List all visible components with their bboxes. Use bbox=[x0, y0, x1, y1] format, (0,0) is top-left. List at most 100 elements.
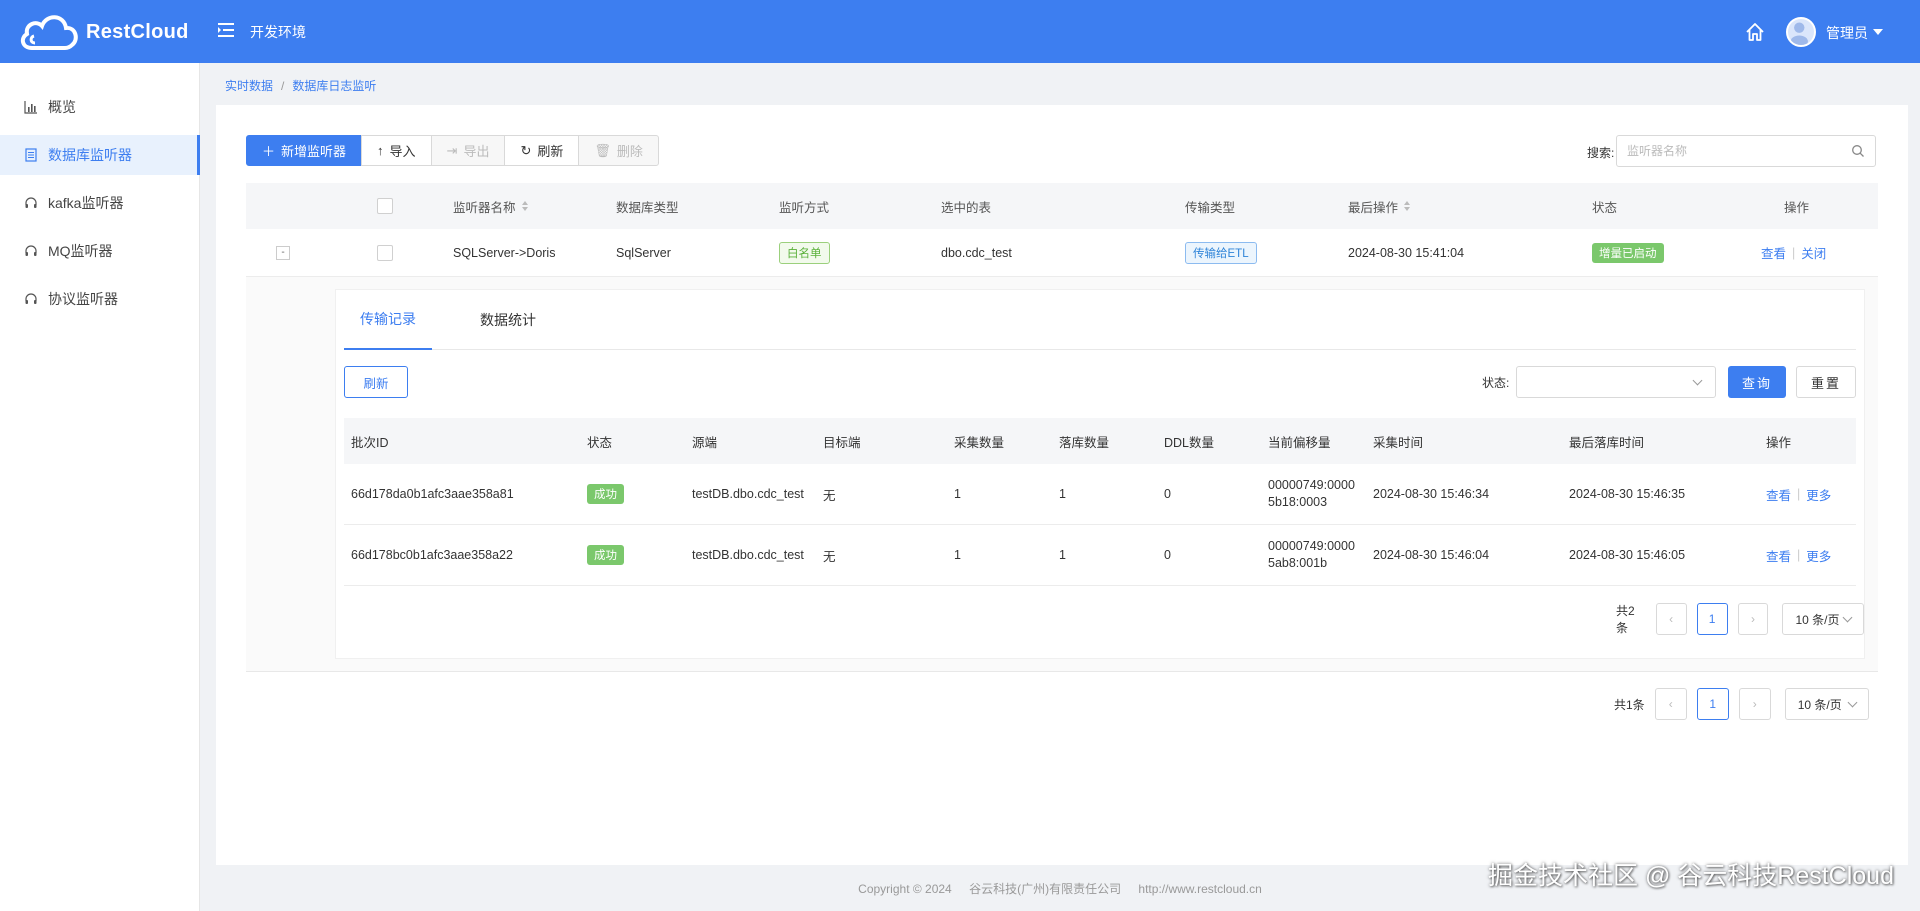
sidebar-item-kafka-listener[interactable]: kafka监听器 bbox=[0, 183, 200, 223]
column-header-collect-time: 采集时间 bbox=[1373, 435, 1424, 450]
sidebar-item-label: 数据库监听器 bbox=[48, 147, 132, 163]
landed-count: 1 bbox=[1059, 548, 1066, 562]
home-icon[interactable] bbox=[1744, 21, 1766, 43]
next-page-button[interactable]: › bbox=[1737, 603, 1769, 635]
sidebar: 概览 数据库监听器 kafka监听器 MQ监听器 协议监听器 bbox=[0, 63, 200, 911]
land-time: 2024-08-30 15:46:05 bbox=[1569, 548, 1686, 562]
status-filter-select[interactable] bbox=[1516, 366, 1716, 398]
offset: 00000749:0000 5b18:0003 bbox=[1268, 478, 1355, 509]
top-header: RestCloud 开发环境 管理员 bbox=[0, 0, 1920, 63]
breadcrumb-parent-link[interactable]: 实时数据 bbox=[225, 79, 273, 93]
sidebar-item-label: kafka监听器 bbox=[48, 195, 124, 211]
pagination-total: 共2条 bbox=[1616, 604, 1635, 635]
import-button[interactable]: ↑ 导入 bbox=[361, 135, 432, 166]
page-number-button[interactable]: 1 bbox=[1696, 688, 1729, 720]
detail-pagination: 共2条 ‹ 1 › 10 条/页 bbox=[1616, 602, 1865, 636]
menu-fold-icon[interactable] bbox=[216, 20, 236, 40]
column-header-target: 目标端 bbox=[823, 435, 861, 450]
cloud-logo-icon bbox=[20, 15, 78, 50]
next-page-button[interactable]: › bbox=[1738, 688, 1771, 720]
user-avatar[interactable] bbox=[1786, 17, 1816, 47]
sort-icon[interactable] bbox=[521, 201, 528, 211]
view-link[interactable]: 查看 bbox=[1761, 243, 1786, 262]
ddl-count: 0 bbox=[1164, 548, 1171, 562]
company-url[interactable]: http://www.restcloud.cn bbox=[1138, 882, 1261, 896]
row-checkbox[interactable] bbox=[377, 244, 393, 261]
search-input[interactable] bbox=[1617, 136, 1837, 166]
add-listener-button[interactable]: ＋新增监听器 bbox=[246, 135, 363, 166]
query-button[interactable]: 查询 bbox=[1728, 366, 1786, 398]
export-button[interactable]: ⇥ 导出 bbox=[430, 135, 506, 166]
column-header-offset: 当前偏移量 bbox=[1268, 435, 1331, 450]
sidebar-item-mq-listener[interactable]: MQ监听器 bbox=[0, 231, 200, 271]
source: testDB.dbo.cdc_test bbox=[692, 548, 804, 562]
page-size-select[interactable]: 10 条/页 bbox=[1784, 688, 1869, 720]
more-link[interactable]: 更多 bbox=[1806, 485, 1831, 504]
last-operation-time: 2024-08-30 15:41:04 bbox=[1348, 245, 1465, 260]
company-name: 谷云科技(广州)有限责任公司 bbox=[969, 882, 1122, 896]
sidebar-item-label: 概览 bbox=[48, 99, 76, 115]
refresh-button[interactable]: ↻ 刷新 bbox=[504, 135, 580, 166]
delete-button[interactable]: 🗑 删除 bbox=[578, 135, 659, 166]
batch-id: 66d178bc0b1afc3aae358a22 bbox=[351, 548, 513, 562]
page-number-button[interactable]: 1 bbox=[1696, 603, 1728, 635]
column-header-db-type: 数据库类型 bbox=[616, 200, 679, 215]
column-header-status: 状态 bbox=[1592, 200, 1618, 215]
caret-down-icon[interactable] bbox=[1873, 29, 1883, 35]
transfer-tag: 传输给ETL bbox=[1185, 241, 1257, 264]
collect-time: 2024-08-30 15:46:04 bbox=[1373, 548, 1490, 562]
environment-title[interactable]: 开发环境 bbox=[250, 22, 306, 42]
breadcrumb-current: 数据库日志监听 bbox=[292, 79, 377, 93]
column-header-last-op[interactable]: 最后操作 bbox=[1348, 183, 1411, 229]
toolbar: ＋新增监听器 ↑ 导入 ⇥ 导出 ↻ 刷新 🗑 删除 bbox=[246, 135, 659, 166]
sidebar-item-protocol-listener[interactable]: 协议监听器 bbox=[0, 279, 200, 319]
expanded-row-panel: 传输记录 数据统计 刷新 状态: 查询 重置 批次ID 状态 源端 目标端 采集… bbox=[246, 277, 1878, 672]
collapse-row-button[interactable]: - bbox=[276, 245, 290, 260]
bar-chart-icon bbox=[24, 101, 37, 114]
tab-transfer-records[interactable]: 传输记录 bbox=[344, 290, 432, 350]
copyright: Copyright © 2024 bbox=[858, 882, 952, 896]
refresh-icon: ↻ bbox=[520, 142, 532, 158]
plus-icon: ＋ bbox=[262, 144, 276, 159]
headset-icon bbox=[25, 197, 37, 208]
column-header-collected: 采集数量 bbox=[954, 435, 1005, 450]
landed-count: 1 bbox=[1059, 487, 1066, 501]
transfer-records-table: 批次ID 状态 源端 目标端 采集数量 落库数量 DDL数量 当前偏移量 采集时… bbox=[344, 418, 1856, 586]
breadcrumb-separator: / bbox=[281, 79, 285, 93]
more-link[interactable]: 更多 bbox=[1806, 546, 1831, 565]
sidebar-item-db-listener[interactable]: 数据库监听器 bbox=[0, 135, 200, 175]
table-row: 66d178da0b1afc3aae358a81 成功 testDB.dbo.c… bbox=[344, 464, 1856, 525]
chevron-down-icon bbox=[1847, 697, 1858, 708]
reset-button[interactable]: 重置 bbox=[1796, 366, 1856, 398]
status-filter-label: 状态: bbox=[1482, 376, 1510, 390]
search-icon[interactable] bbox=[1851, 144, 1865, 158]
view-link[interactable]: 查看 bbox=[1766, 546, 1791, 565]
detail-card: 传输记录 数据统计 刷新 状态: 查询 重置 批次ID 状态 源端 目标端 采集… bbox=[335, 289, 1865, 659]
arrow-up-icon: ↑ bbox=[377, 143, 384, 158]
page-size-select[interactable]: 10 条/页 bbox=[1782, 603, 1865, 635]
sort-icon[interactable] bbox=[1404, 201, 1411, 211]
close-link[interactable]: 关闭 bbox=[1801, 243, 1826, 262]
column-header-batch-id: 批次ID bbox=[351, 435, 389, 450]
collected-count: 1 bbox=[954, 548, 961, 562]
listener-name: SQLServer->Doris bbox=[453, 245, 556, 260]
detail-refresh-button[interactable]: 刷新 bbox=[344, 366, 408, 398]
column-header-ddl: DDL数量 bbox=[1164, 435, 1215, 450]
prev-page-button[interactable]: ‹ bbox=[1655, 603, 1687, 635]
prev-page-button[interactable]: ‹ bbox=[1654, 688, 1687, 720]
column-header-name[interactable]: 监听器名称 bbox=[453, 183, 528, 229]
export-icon: ⇥ bbox=[446, 142, 458, 158]
user-name[interactable]: 管理员 bbox=[1826, 23, 1868, 43]
tab-data-statistics[interactable]: 数据统计 bbox=[464, 290, 552, 350]
breadcrumb: 实时数据 / 数据库日志监听 bbox=[225, 77, 376, 94]
select-all-checkbox[interactable] bbox=[377, 198, 393, 214]
logo[interactable]: RestCloud bbox=[18, 10, 189, 54]
watermark: 掘金技术社区 @ 谷云科技RestCloud bbox=[1488, 862, 1894, 890]
column-header-transfer: 传输类型 bbox=[1185, 200, 1236, 215]
sidebar-item-overview[interactable]: 概览 bbox=[0, 87, 200, 127]
view-link[interactable]: 查看 bbox=[1766, 485, 1791, 504]
detail-tabs: 传输记录 数据统计 bbox=[344, 290, 1856, 350]
table-row: - SQLServer->Doris SqlServer 白名单 dbo.cdc… bbox=[246, 229, 1878, 277]
column-header-source: 源端 bbox=[692, 435, 718, 450]
batch-id: 66d178da0b1afc3aae358a81 bbox=[351, 487, 514, 501]
